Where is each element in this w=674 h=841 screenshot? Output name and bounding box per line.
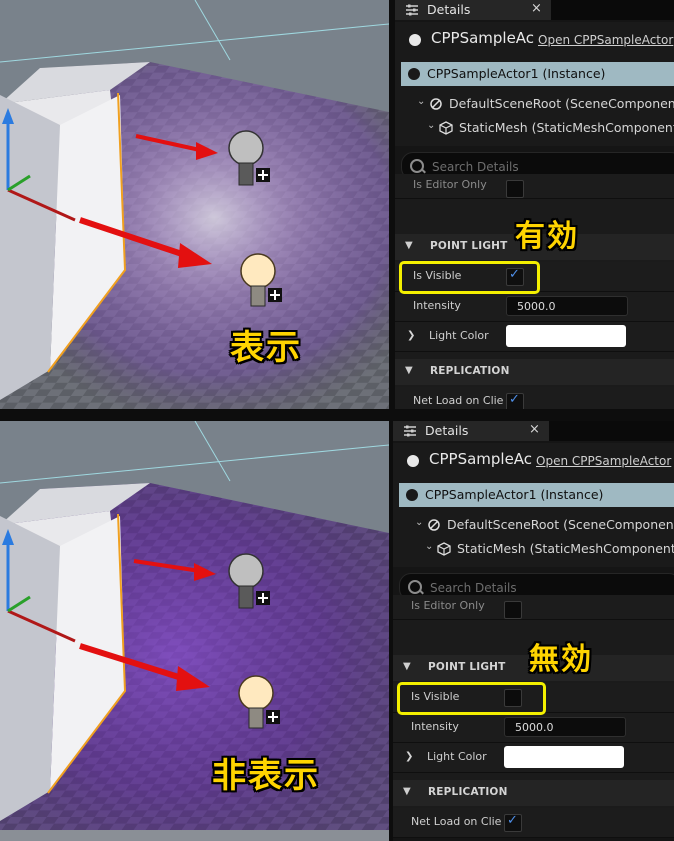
tab-details[interactable]: Details × xyxy=(395,0,551,20)
light-color-swatch[interactable] xyxy=(506,325,626,347)
component-tree: CPPSampleActor1 (Instance) ⌄ DefaultScen… xyxy=(395,56,674,146)
editor-only-checkbox[interactable] xyxy=(506,180,524,198)
search-icon xyxy=(408,580,422,594)
chevron-down-icon[interactable]: ⌄ xyxy=(417,96,425,107)
scene-root-icon xyxy=(429,97,443,111)
tab-label: Details xyxy=(425,423,469,438)
open-blueprint-link[interactable]: Open CPPSampleActor xyxy=(538,33,673,47)
component-tree: CPPSampleActor1 (Instance) ⌄ DefaultScen… xyxy=(393,477,674,567)
tab-bar: Details × xyxy=(393,421,674,441)
level-viewport[interactable]: 表示 xyxy=(0,0,389,409)
static-mesh-icon xyxy=(439,121,453,135)
details-icon xyxy=(406,4,418,16)
intensity-field[interactable]: 5000.0 xyxy=(506,296,628,316)
details-panel: Details × CPPSampleAc Open CPPSampleActo… xyxy=(395,0,674,409)
screenshot-enabled: 表示 Details × CPPSampleAc Open CPPSampleA… xyxy=(0,0,674,409)
property-row-net-load: Net Load on Clie xyxy=(393,808,674,838)
property-row-light-color: ❯ Light Color xyxy=(393,743,674,773)
property-row-editor-only: Is Editor Only xyxy=(393,595,674,620)
actor-header: CPPSampleAc Open CPPSampleActor xyxy=(395,22,674,56)
tree-item-instance[interactable]: CPPSampleActor1 (Instance) xyxy=(401,62,674,86)
property-row-light-color: ❯ Light Color xyxy=(395,322,674,352)
property-row-editor-only: Is Editor Only xyxy=(395,174,674,199)
highlight-box xyxy=(399,261,540,294)
property-row-intensity: Intensity 5000.0 xyxy=(395,292,674,322)
chevron-down-icon[interactable]: ▼ xyxy=(405,365,413,376)
chevron-down-icon[interactable]: ▼ xyxy=(403,661,411,672)
property-row-intensity: Intensity 5000.0 xyxy=(393,713,674,743)
details-icon xyxy=(404,425,416,437)
visibility-annotation: 表示 xyxy=(230,328,302,368)
viewport-scene xyxy=(0,421,389,830)
section-replication[interactable]: ▼ REPLICATION xyxy=(393,780,674,806)
state-annotation: 有効 xyxy=(515,219,579,254)
tree-item-static-mesh[interactable]: ⌄ StaticMesh (StaticMeshComponent) (I xyxy=(401,116,674,140)
scene-root-icon xyxy=(427,518,441,532)
screenshot-disabled: 非表示 Details × CPPSampleAc Open CPPSample… xyxy=(0,421,674,841)
search-icon xyxy=(410,159,424,173)
actor-name: CPPSampleAc xyxy=(431,29,535,47)
chevron-down-icon[interactable]: ⌄ xyxy=(425,541,433,552)
actor-name: CPPSampleAc xyxy=(429,450,533,468)
close-icon[interactable]: × xyxy=(531,1,542,16)
tree-item-default-scene-root[interactable]: ⌄ DefaultSceneRoot (SceneComponent) (I xyxy=(399,513,674,537)
tree-item-instance[interactable]: CPPSampleActor1 (Instance) xyxy=(399,483,674,507)
editor-only-checkbox[interactable] xyxy=(504,601,522,619)
highlight-box xyxy=(397,682,546,715)
chevron-down-icon[interactable]: ▼ xyxy=(405,240,413,251)
tab-label: Details xyxy=(427,2,471,17)
tab-details[interactable]: Details × xyxy=(393,421,549,441)
tree-item-static-mesh[interactable]: ⌄ StaticMesh (StaticMeshComponent) (I xyxy=(399,537,674,561)
section-replication[interactable]: ▼ REPLICATION xyxy=(395,359,674,385)
chevron-down-icon[interactable]: ⌄ xyxy=(427,120,435,131)
actor-sphere-icon xyxy=(405,488,419,502)
open-blueprint-link[interactable]: Open CPPSampleActor xyxy=(536,454,671,468)
static-mesh-icon xyxy=(437,542,451,556)
intensity-field[interactable]: 5000.0 xyxy=(504,717,626,737)
chevron-down-icon[interactable]: ⌄ xyxy=(415,517,423,528)
tab-bar: Details × xyxy=(395,0,674,20)
actor-header: CPPSampleAc Open CPPSampleActor xyxy=(393,443,674,477)
chevron-right-icon[interactable]: ❯ xyxy=(407,330,415,341)
viewport-scene xyxy=(0,0,389,409)
property-row-net-load: Net Load on Clie xyxy=(395,387,674,409)
actor-sphere-icon xyxy=(407,67,421,81)
tree-item-default-scene-root[interactable]: ⌄ DefaultSceneRoot (SceneComponent) (I xyxy=(401,92,674,116)
level-viewport[interactable]: 非表示 xyxy=(0,421,389,841)
chevron-down-icon[interactable]: ▼ xyxy=(403,786,411,797)
details-panel: Details × CPPSampleAc Open CPPSampleActo… xyxy=(393,421,674,841)
net-load-checkbox[interactable] xyxy=(506,392,524,409)
actor-sphere-icon xyxy=(409,34,421,46)
actor-sphere-icon xyxy=(407,455,419,467)
state-annotation: 無効 xyxy=(529,642,593,677)
chevron-right-icon[interactable]: ❯ xyxy=(405,751,413,762)
close-icon[interactable]: × xyxy=(529,422,540,437)
light-color-swatch[interactable] xyxy=(504,746,624,768)
visibility-annotation: 非表示 xyxy=(212,756,320,796)
net-load-checkbox[interactable] xyxy=(504,813,522,832)
